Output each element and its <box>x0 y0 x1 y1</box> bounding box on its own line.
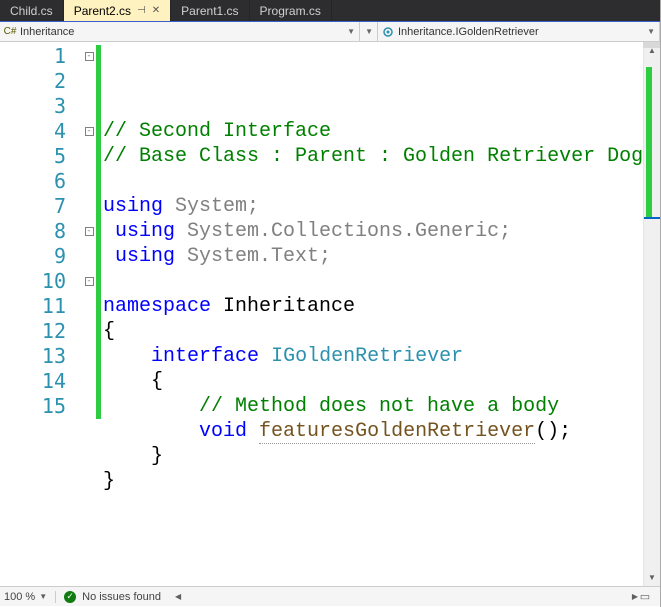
line-number: 13 <box>0 344 76 369</box>
csharp-icon: C# <box>4 26 16 38</box>
change-marker <box>646 67 652 217</box>
tab-parent1[interactable]: Parent1.cs <box>171 0 249 21</box>
chevron-down-icon: ▼ <box>39 592 47 601</box>
horizontal-scrollbar[interactable] <box>181 589 626 605</box>
code-line[interactable]: { <box>103 369 643 394</box>
fold-column: - - - - <box>82 42 96 586</box>
fold-cell[interactable]: - <box>82 119 96 144</box>
status-bar: 100 % ▼ ✓ No issues found ◀ ▶ ▭ <box>0 586 660 606</box>
issues-label: No issues found <box>82 591 161 603</box>
tab-program[interactable]: Program.cs <box>250 0 332 21</box>
fold-toggle-icon[interactable]: - <box>85 277 94 286</box>
fold-cell[interactable]: - <box>82 44 96 69</box>
tab-parent2[interactable]: Parent2.cs ⊣ ✕ <box>64 0 171 21</box>
line-number: 3 <box>0 94 76 119</box>
fold-toggle-icon[interactable]: - <box>85 52 94 61</box>
code-line[interactable]: { <box>103 319 643 344</box>
code-line[interactable] <box>103 169 643 194</box>
fold-cell <box>82 194 96 219</box>
code-area[interactable]: // Second Interface// Base Class : Paren… <box>101 42 643 586</box>
line-number: 2 <box>0 69 76 94</box>
scope-dropdown[interactable]: C# Inheritance ▼ <box>0 22 360 41</box>
fold-toggle-icon[interactable]: - <box>85 127 94 136</box>
code-line[interactable]: using System; <box>103 194 643 219</box>
fold-cell <box>82 294 96 319</box>
nav-mid-dropdown[interactable]: ▼ <box>360 22 378 41</box>
line-number: 1 <box>0 44 76 69</box>
pin-icon[interactable]: ⊣ <box>137 5 146 16</box>
fold-cell <box>82 94 96 119</box>
tab-child[interactable]: Child.cs <box>0 0 64 21</box>
fold-cell <box>82 344 96 369</box>
scroll-thumb[interactable] <box>185 589 435 605</box>
editor-options-icon[interactable]: ▭ <box>638 590 652 604</box>
fold-cell <box>82 319 96 344</box>
split-handle[interactable] <box>643 42 660 48</box>
fold-cell[interactable]: - <box>82 269 96 294</box>
code-line[interactable]: // Base Class : Parent : Golden Retrieve… <box>103 144 643 169</box>
fold-cell <box>82 169 96 194</box>
line-number: 14 <box>0 369 76 394</box>
zoom-control[interactable]: 100 % ▼ <box>4 591 56 603</box>
check-icon: ✓ <box>64 591 76 603</box>
scroll-down-button[interactable]: ▼ <box>644 569 660 586</box>
navigation-bar: C# Inheritance ▼ ▼ Inheritance.IGoldenRe… <box>0 22 660 42</box>
line-number: 11 <box>0 294 76 319</box>
fold-toggle-icon[interactable]: - <box>85 227 94 236</box>
chevron-down-icon: ▼ <box>347 27 355 36</box>
code-editor[interactable]: 123456789101112131415 ---- // Second Int… <box>0 42 660 586</box>
code-line[interactable]: using System.Collections.Generic; <box>103 219 643 244</box>
scope-label: Inheritance <box>20 26 74 38</box>
fold-cell[interactable]: - <box>82 219 96 244</box>
code-line[interactable]: void featuresGoldenRetriever(); <box>103 419 643 444</box>
code-line[interactable]: // Second Interface <box>103 119 643 144</box>
member-label: Inheritance.IGoldenRetriever <box>398 26 539 38</box>
code-line[interactable]: interface IGoldenRetriever <box>103 344 643 369</box>
code-line[interactable]: // Method does not have a body <box>103 394 643 419</box>
member-dropdown[interactable]: Inheritance.IGoldenRetriever ▼ <box>378 22 660 41</box>
line-number: 7 <box>0 194 76 219</box>
line-number: 5 <box>0 144 76 169</box>
code-line[interactable]: } <box>103 469 643 494</box>
fold-cell <box>82 369 96 394</box>
close-icon[interactable]: ✕ <box>152 5 160 16</box>
fold-cell <box>82 244 96 269</box>
line-number: 8 <box>0 219 76 244</box>
code-line[interactable] <box>103 269 643 294</box>
code-line[interactable]: } <box>103 444 643 469</box>
chevron-down-icon: ▼ <box>365 27 373 36</box>
caret-marker <box>644 217 660 219</box>
line-number: 9 <box>0 244 76 269</box>
line-number: 6 <box>0 169 76 194</box>
line-number: 4 <box>0 119 76 144</box>
line-number: 10 <box>0 269 76 294</box>
chevron-down-icon: ▼ <box>647 27 655 36</box>
code-line[interactable]: namespace Inheritance <box>103 294 643 319</box>
interface-icon <box>382 26 394 38</box>
tab-bar: Child.cs Parent2.cs ⊣ ✕ Parent1.cs Progr… <box>0 0 660 22</box>
zoom-label: 100 % <box>4 591 35 603</box>
vertical-scrollbar[interactable]: ▲ ▼ <box>643 42 660 586</box>
line-number: 12 <box>0 319 76 344</box>
fold-cell <box>82 69 96 94</box>
code-line[interactable]: using System.Text; <box>103 244 643 269</box>
line-number-gutter: 123456789101112131415 <box>0 42 82 586</box>
fold-cell <box>82 394 96 419</box>
line-number: 15 <box>0 394 76 419</box>
issues-indicator[interactable]: ✓ No issues found <box>56 591 169 603</box>
fold-cell <box>82 144 96 169</box>
